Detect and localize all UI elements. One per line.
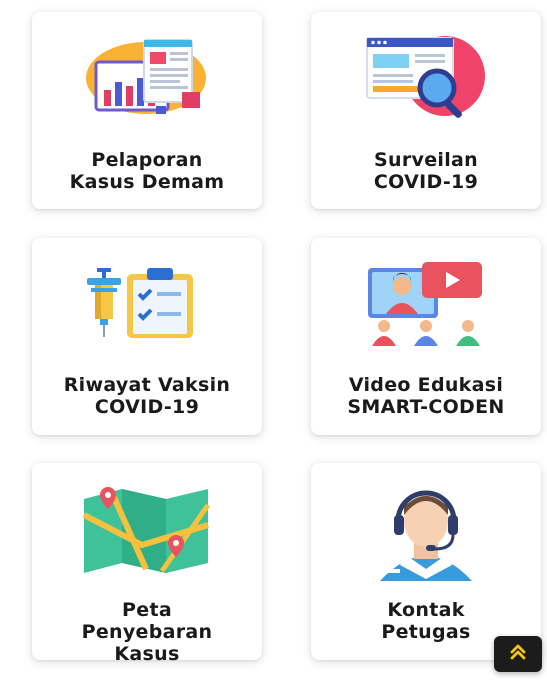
menu-card-label: Riwayat Vaksin COVID-19 [63, 374, 231, 418]
scroll-to-top-button[interactable] [494, 636, 542, 672]
surveillance-search-icon [361, 34, 491, 128]
report-chart-icon [82, 34, 212, 120]
menu-card-pelaporan[interactable]: Pelaporan Kasus Demam [32, 12, 262, 209]
menu-card-riwayat-vaksin[interactable]: Riwayat Vaksin COVID-19 [32, 238, 262, 435]
vaccine-clipboard-icon [87, 264, 207, 348]
menu-card-video-edukasi[interactable]: Video Edukasi SMART-CODEN [311, 238, 541, 435]
double-chevron-up-icon [509, 643, 527, 665]
menu-card-kontak-petugas[interactable]: Kontak Petugas [311, 463, 541, 660]
headset-agent-icon [366, 485, 486, 585]
menu-card-label: Surveilan COVID-19 [373, 149, 479, 193]
video-education-icon [364, 262, 488, 352]
menu-card-peta-penyebaran[interactable]: Peta Penyebaran Kasus [32, 463, 262, 665]
menu-card-label: Video Edukasi SMART-CODEN [347, 374, 505, 418]
menu-card-surveilan[interactable]: Surveilan COVID-19 [311, 12, 541, 209]
menu-card-label: Pelaporan Kasus Demam [69, 149, 225, 193]
map-pins-icon [82, 485, 212, 581]
menu-card-label: Peta Penyebaran Kasus [81, 599, 213, 665]
